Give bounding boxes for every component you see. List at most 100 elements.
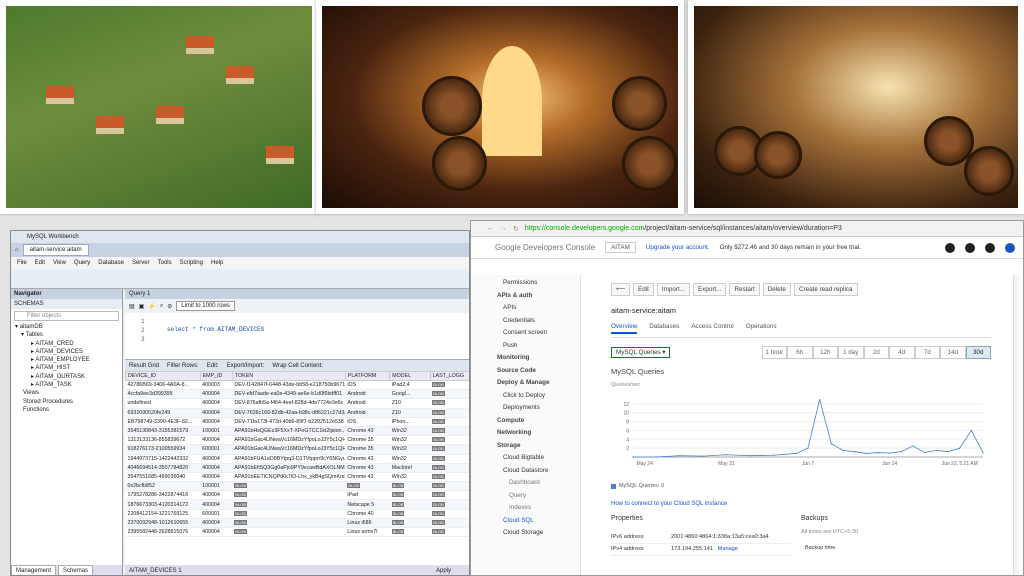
table-row[interactable]: 918276173-2100559934 600001 APA91bGac4LlNw… [125, 444, 469, 455]
sidebar-item[interactable]: Indexes [497, 502, 580, 515]
tree-item-procedures[interactable]: Stored Procedures [11, 398, 122, 406]
menu-scripting[interactable]: Scripting [180, 260, 203, 266]
menu-edit[interactable]: Edit [35, 260, 45, 266]
sidebar-item[interactable]: Dashboard [497, 477, 580, 490]
column-header[interactable]: MODEL [389, 371, 431, 381]
table-row[interactable]: 2370092948-1012610655 400004 BLOB Linux i68… [125, 518, 469, 529]
range-button[interactable]: 4d [889, 346, 915, 359]
tab-schemas[interactable]: Schemas [58, 565, 94, 575]
range-button[interactable]: 6h [787, 346, 813, 359]
page-scrollbar[interactable] [1013, 275, 1019, 575]
sidebar-item[interactable]: Source Code [497, 365, 580, 378]
tree-item-table[interactable]: ▸ AITAM_HIST [11, 364, 122, 372]
table-row[interactable]: 3547551685-489036040 400004 APA91bEETlCNQP… [125, 472, 469, 483]
limit-select[interactable]: Limit to 1000 rows [176, 301, 235, 311]
chart-legend[interactable]: MySQL Queries: 0 [611, 483, 664, 489]
open-icon[interactable]: ▤ [129, 303, 135, 310]
sidebar-item[interactable]: Cloud SQL [497, 515, 580, 528]
execute-icon[interactable]: ⚡ [148, 303, 155, 310]
menu-database[interactable]: Database [98, 260, 124, 266]
tree-item-functions[interactable]: Functions [11, 406, 122, 414]
sidebar-item[interactable]: Deployments [497, 402, 580, 415]
sidebar-item[interactable]: Monitoring [497, 352, 580, 365]
tab-databases[interactable]: Databases [649, 323, 679, 334]
menu-query[interactable]: Query [74, 260, 90, 266]
table-row[interactable]: undefined 400004 DEV-876afb5a-f464-4eef-82… [125, 398, 469, 409]
tree-item-table[interactable]: ▸ AITAM_EMPLOYEE [11, 356, 122, 364]
table-row[interactable]: 3545130843-3155381579 100001 APA91bHsQGEz3… [125, 426, 469, 437]
sidebar-item[interactable]: Permissions [497, 277, 580, 290]
query-tab[interactable]: Query 1 [125, 289, 469, 299]
tree-item-tables[interactable]: ▾ Tables [11, 331, 122, 339]
manage-link[interactable]: Manage [718, 546, 738, 552]
sidebar-item[interactable]: APIs & auth [497, 290, 580, 303]
restart-button[interactable]: Restart [729, 283, 760, 296]
edit-button[interactable]: Edit [633, 283, 654, 296]
tree-item-table[interactable]: ▸ AITAM_TASK [11, 381, 122, 389]
reload-icon[interactable]: ↻ [513, 225, 519, 233]
column-header[interactable]: LAST_LOGG [429, 371, 469, 381]
delete-button[interactable]: Delete [762, 283, 791, 296]
tab-operations[interactable]: Operations [746, 323, 777, 334]
menu-help[interactable]: Help [211, 260, 223, 266]
table-row[interactable]: 2208412154-1221769125 600001 BLOB Chrome 40… [125, 509, 469, 519]
connection-tab[interactable]: aitam-service:aitam [22, 244, 89, 256]
menu-icon[interactable] [1005, 242, 1015, 253]
tab-access-control[interactable]: Access Control [691, 323, 733, 334]
menu-tools[interactable]: Tools [158, 260, 172, 266]
range-button[interactable]: 2d [863, 346, 889, 359]
table-row[interactable]: 1313133136-855839672 400004 APA91bGac4LlNw… [125, 435, 469, 446]
sidebar-item[interactable]: Cloud Bigtable [497, 452, 580, 465]
table-row[interactable]: 1795278286-3422874416 400004 BLOB iPad BLOB B… [125, 490, 469, 501]
tree-item-table[interactable]: ▸ AITAM_OURTASK [11, 373, 122, 381]
address-bar[interactable]: ← → ↻ https://console.developers.google.… [471, 221, 1023, 237]
result-grid-button[interactable]: Result Grid [129, 363, 159, 369]
home-icon[interactable]: ⌂ [15, 247, 19, 253]
back-button[interactable]: ⟵ [611, 283, 631, 296]
save-icon[interactable]: ▣ [139, 303, 145, 310]
upgrade-link[interactable]: Upgrade your account. [646, 244, 710, 251]
sidebar-item[interactable]: Deploy & Manage [497, 377, 580, 390]
apply-button[interactable]: Apply [436, 565, 451, 575]
forward-icon[interactable]: → [500, 225, 507, 232]
sidebar-item[interactable]: Credentials [497, 315, 580, 328]
range-button[interactable]: 1 hour [761, 346, 787, 359]
column-header[interactable]: EMP_ID [199, 371, 233, 381]
sidebar-item[interactable]: Query [497, 490, 580, 503]
sidebar-item[interactable]: Push [497, 340, 580, 353]
tree-item-table[interactable]: ▸ AITAM_DEVICES [11, 348, 122, 356]
tree-item-views[interactable]: Views [11, 389, 122, 397]
range-button[interactable]: 14d [940, 346, 966, 359]
menu-view[interactable]: View [53, 260, 66, 266]
stop-icon[interactable]: ⊘ [167, 303, 172, 310]
help-icon[interactable] [965, 242, 975, 253]
tab-management[interactable]: Management [11, 565, 57, 575]
sql-editor[interactable]: 1 2 3 select * from AITAM_DEVICES [125, 313, 469, 349]
sidebar-item[interactable]: Cloud Storage [497, 527, 580, 540]
sidebar-item[interactable]: Click to Deploy [497, 390, 580, 403]
import-button[interactable]: Import... [656, 283, 690, 296]
alert-icon[interactable] [945, 242, 955, 253]
sidebar-item[interactable]: Consent screen [497, 327, 580, 340]
menu-server[interactable]: Server [132, 260, 150, 266]
column-header[interactable]: PLATFORM [344, 371, 391, 381]
range-button[interactable]: 30d [965, 346, 991, 359]
gear-icon[interactable] [985, 242, 995, 253]
connect-link[interactable]: How to connect to your Cloud SQL instanc… [611, 501, 727, 507]
table-row[interactable]: 4ccfa9ee3d399395 400004 DEV-efd7aade-ea0e-… [125, 389, 469, 400]
create-replica-button[interactable]: Create read replica [793, 283, 858, 296]
column-header[interactable]: DEVICE_ID [125, 371, 201, 381]
menu-file[interactable]: File [17, 260, 27, 266]
sidebar-item[interactable]: Compute [497, 415, 580, 428]
sidebar-item[interactable]: Cloud Datastore [497, 465, 580, 478]
column-header[interactable]: TOKEN [231, 371, 346, 381]
table-row[interactable]: 42786B69-3406-4A0A-8... 400003 DEV-f142847… [125, 380, 469, 391]
table-row[interactable]: EB798749-3390-4E3F-82... 400004 DEV-71fa17… [125, 417, 469, 427]
filter-input[interactable]: Filter objects [14, 311, 119, 321]
range-button[interactable]: 7d [914, 346, 940, 359]
table-row[interactable]: 4046694514-3507784820 400004 APA91bEfiSQ3G… [125, 463, 469, 473]
tree-item-table[interactable]: ▸ AITAM_CRED [11, 340, 122, 348]
search-icon[interactable]: ⌕ [160, 303, 163, 310]
sidebar-item[interactable]: Networking [497, 427, 580, 440]
table-row[interactable]: 0x2bcfb852 100001 BLOB BLOB BLOB BLOB [125, 481, 469, 492]
